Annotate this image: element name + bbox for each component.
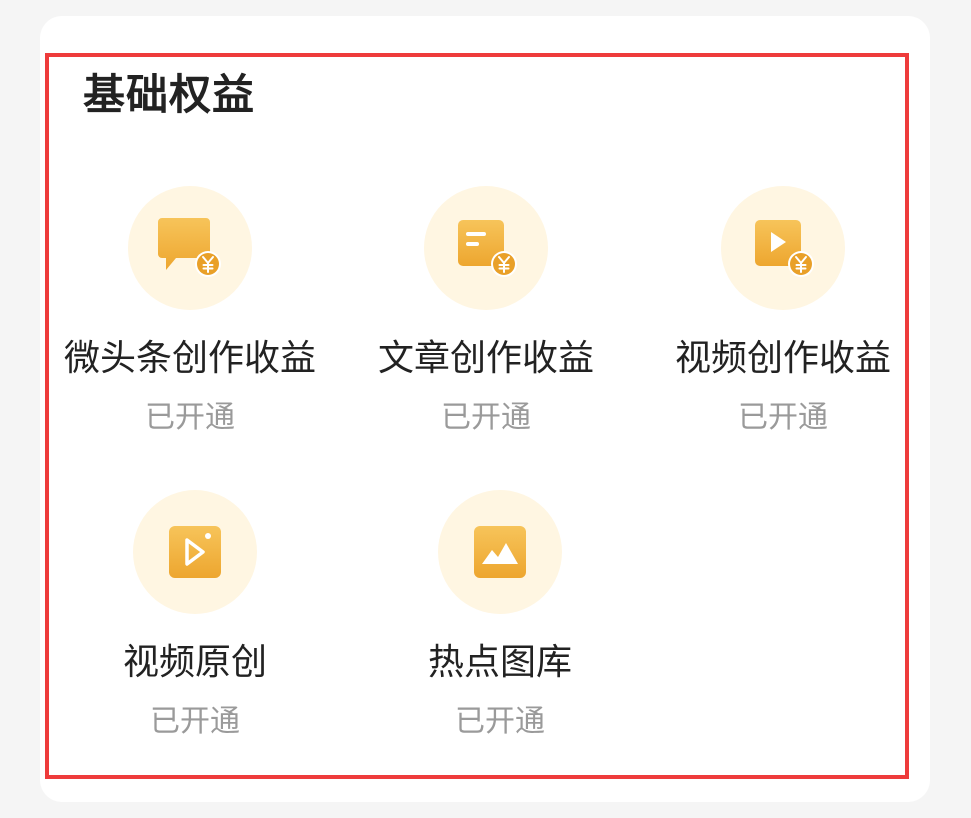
benefit-item-video-original[interactable]: 视频原创 已开通 (50, 490, 340, 741)
icon-circle (133, 490, 257, 614)
benefit-status: 已开通 (455, 704, 545, 739)
section-title: 基础权益 (83, 70, 256, 119)
icon-circle (128, 186, 252, 310)
benefit-label: 视频创作收益 (674, 338, 891, 379)
article-coin-icon (458, 220, 517, 277)
benefit-item-image-gallery[interactable]: 热点图库 已开通 (355, 490, 645, 741)
benefit-item-article[interactable]: 文章创作收益 已开通 (341, 186, 631, 437)
video-original-icon (169, 526, 221, 578)
benefit-label: 热点图库 (427, 642, 572, 683)
message-coin-icon (158, 218, 221, 277)
benefit-status: 已开通 (150, 704, 240, 739)
benefit-item-video[interactable]: 视频创作收益 已开通 (638, 186, 928, 437)
benefit-label: 文章创作收益 (377, 338, 594, 379)
benefit-label: 微头条创作收益 (63, 338, 316, 379)
benefit-label: 视频原创 (122, 642, 267, 683)
icon-circle (721, 186, 845, 310)
benefit-status: 已开通 (738, 400, 828, 435)
benefit-status: 已开通 (145, 400, 235, 435)
benefit-status: 已开通 (441, 400, 531, 435)
image-gallery-icon (474, 526, 526, 578)
icon-circle (424, 186, 548, 310)
benefit-item-micro-headline[interactable]: 微头条创作收益 已开通 (45, 186, 335, 437)
video-coin-icon (755, 220, 814, 277)
icon-circle (438, 490, 562, 614)
